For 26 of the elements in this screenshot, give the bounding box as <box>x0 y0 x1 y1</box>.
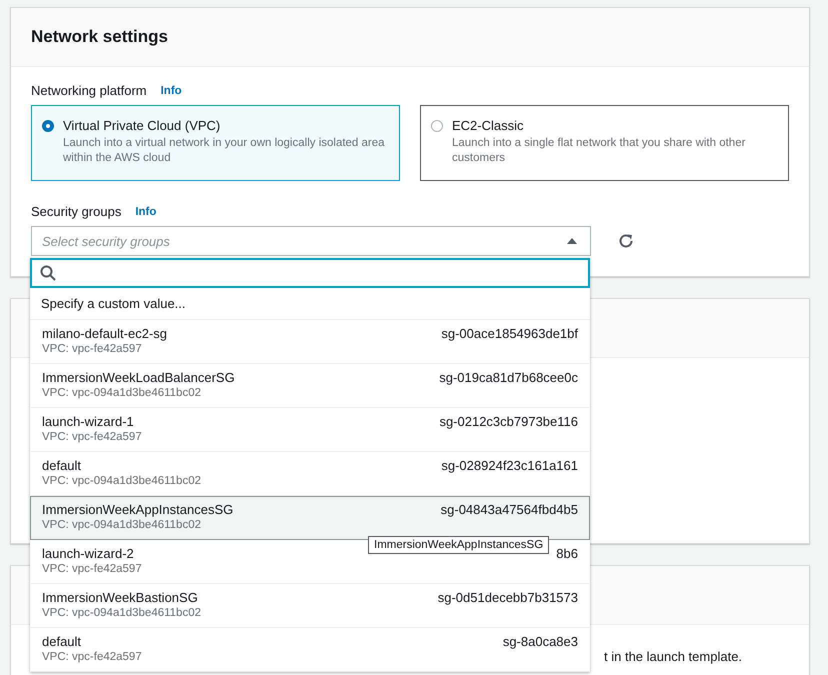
search-icon <box>40 265 56 281</box>
radio-button[interactable] <box>431 120 443 132</box>
search-field[interactable] <box>30 258 590 288</box>
section-title: Network settings <box>31 27 168 47</box>
info-link[interactable]: Info <box>160 84 182 96</box>
body-text: t in the launch template. <box>604 649 742 664</box>
info-link[interactable]: Info <box>135 206 156 218</box>
radio-tile[interactable]: EC2-Classic Launch into a single flat network that you share with other customers <box>420 105 789 181</box>
menu-item[interactable]: ImmersionWeekLoadBalancerSG VPC: vpc-094a1d3be4611bc02 sg-019ca81d7b68cee0c <box>30 364 590 408</box>
field-label: Networking platform <box>31 83 147 98</box>
menu-item[interactable]: default VPC: vpc-fe42a597 sg-8a0ca8e3 <box>30 628 590 672</box>
tooltip: ImmersionWeekAppInstancesSG <box>368 536 550 554</box>
option-title: EC2-Classic <box>452 118 525 133</box>
menu-item[interactable]: ImmersionWeekAppInstancesSG VPC: vpc-094a1d3be4611bc02 sg-04843a47564fbd4b5 <box>30 496 590 540</box>
caret-icon <box>566 237 578 245</box>
refresh-icon[interactable] <box>617 232 635 250</box>
menu-item[interactable]: ImmersionWeekBastionSG VPC: vpc-094a1d3be4611bc02 sg-0d51decebb7b31573 <box>30 584 590 628</box>
option-description: Launch into a single flat network that you share with other customers <box>452 136 746 166</box>
menu-item[interactable]: milano-default-ec2-sg VPC: vpc-fe42a597 sg-00ace1854963de1bf <box>30 320 590 364</box>
radio-button[interactable] <box>42 120 54 132</box>
radio-tile[interactable]: Virtual Private Cloud (VPC) Launch into a virtual network in your own logically isolated area within the AWS cloud <box>31 105 400 181</box>
menu-item[interactable]: launch-wizard-1 VPC: vpc-fe42a597 sg-0212c3cb7973be116 <box>30 408 590 452</box>
menu-item[interactable]: Specify a custom value... <box>41 296 186 311</box>
option-title: Virtual Private Cloud (VPC) <box>63 118 222 133</box>
field-label: Security groups <box>31 204 122 219</box>
option-description: Launch into a virtual network in your own logically isolated area within the AWS cloud <box>63 136 386 166</box>
